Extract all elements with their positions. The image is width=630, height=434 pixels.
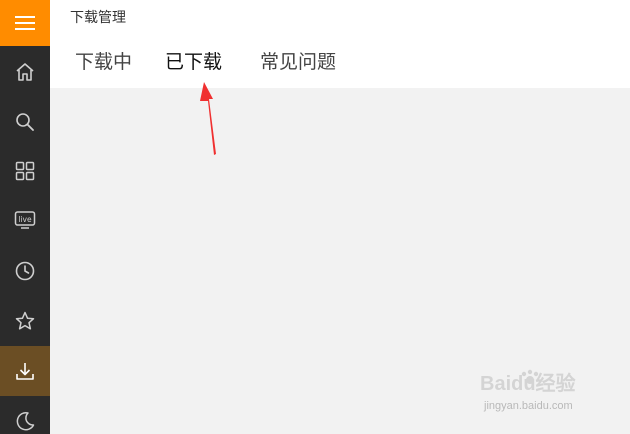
grid-icon bbox=[15, 161, 35, 181]
header: 下载管理 下载中 已下载 常见问题 bbox=[50, 0, 630, 88]
tab-faq[interactable]: 常见问题 bbox=[260, 50, 336, 74]
watermark: Baidu经验 jingyan.baidu.com bbox=[480, 368, 602, 416]
baidu-logo: Baidu经验 bbox=[480, 369, 576, 395]
sidebar-item-search[interactable] bbox=[0, 97, 50, 147]
sidebar-item-night-mode[interactable] bbox=[0, 396, 50, 434]
sidebar-item-favorites[interactable] bbox=[0, 296, 50, 346]
sidebar: live bbox=[0, 0, 50, 434]
watermark-url: jingyan.baidu.com bbox=[484, 400, 573, 412]
sidebar-item-downloads[interactable] bbox=[0, 346, 50, 396]
live-label: live bbox=[18, 215, 32, 224]
live-tv-icon: live bbox=[14, 211, 36, 229]
page-title: 下载管理 bbox=[70, 10, 126, 26]
sidebar-item-home[interactable] bbox=[0, 47, 50, 97]
clock-icon bbox=[15, 261, 35, 281]
moon-icon bbox=[16, 411, 35, 431]
hamburger-icon bbox=[15, 16, 35, 30]
download-icon bbox=[16, 363, 34, 380]
tab-downloading[interactable]: 下载中 bbox=[75, 50, 132, 74]
tab-downloaded[interactable]: 已下载 bbox=[165, 50, 222, 74]
sidebar-item-live[interactable]: live bbox=[0, 195, 50, 245]
star-icon bbox=[15, 311, 35, 330]
home-icon bbox=[16, 63, 34, 81]
sidebar-item-apps[interactable] bbox=[0, 146, 50, 196]
app-window: live 下载管理 下载中 已下载 常见问题 Baidu经验 jingyan.b… bbox=[0, 0, 630, 434]
menu-button[interactable] bbox=[0, 0, 50, 46]
search-icon bbox=[16, 113, 34, 131]
sidebar-item-history[interactable] bbox=[0, 246, 50, 296]
